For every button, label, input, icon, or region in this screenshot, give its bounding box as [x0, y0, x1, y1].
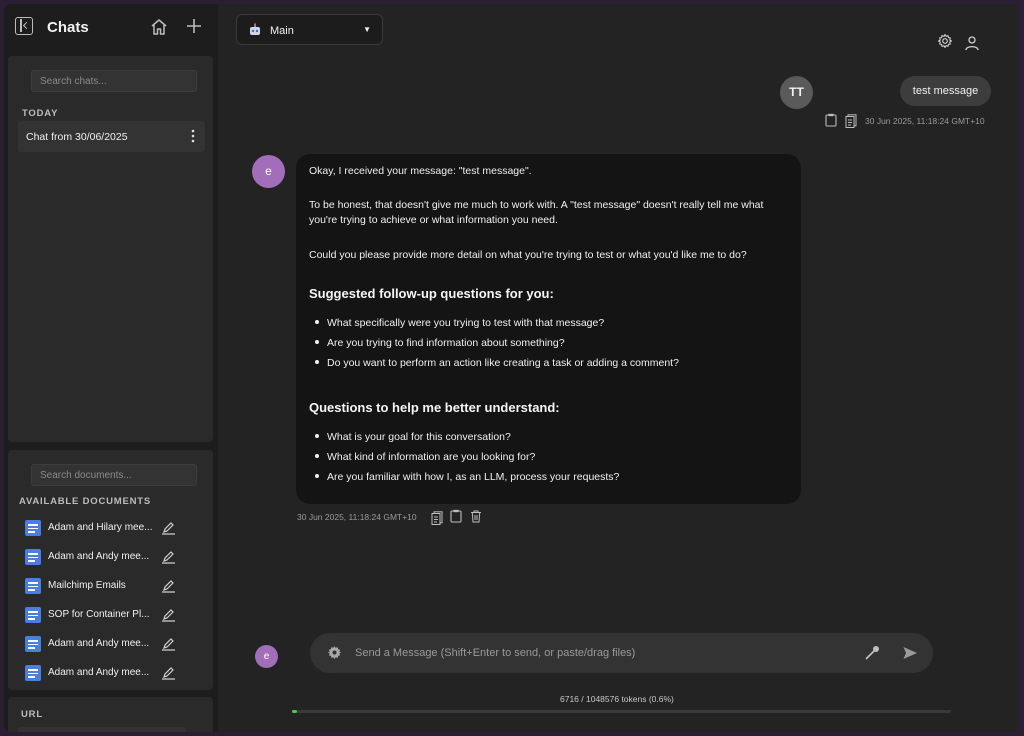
app-window: Chats Search chats... TODAY Chat from 30…: [4, 4, 1018, 732]
search-chats-input[interactable]: Search chats...: [31, 70, 197, 92]
edit-icon[interactable]: [161, 549, 176, 564]
assistant-message-timestamp: 30 Jun 2025, 11:18:24 GMT+10: [297, 512, 417, 522]
send-icon[interactable]: [902, 645, 918, 661]
document-item[interactable]: Adam and Andy mee...: [22, 662, 202, 684]
bullet: [315, 454, 319, 459]
message-heading: Suggested follow-up questions for you:: [309, 286, 554, 301]
bullet: [315, 434, 319, 439]
token-usage-fill: [292, 710, 297, 713]
model-name: Main: [270, 25, 294, 37]
document-item[interactable]: Mailchimp Emails: [22, 575, 202, 597]
list-item: Are you trying to find information about…: [309, 337, 565, 349]
document-item[interactable]: Adam and Andy mee...: [22, 546, 202, 568]
token-usage-bar: [292, 710, 951, 713]
list-item-text: Are you familiar with how I, as an LLM, …: [327, 471, 620, 483]
chat-item-label: Chat from 30/06/2025: [26, 131, 128, 143]
assistant-message-bubble: Okay, I received your message: "test mes…: [296, 154, 801, 504]
document-name: Adam and Andy mee...: [48, 638, 150, 649]
message-paragraph: Could you please provide more detail on …: [309, 249, 747, 261]
edit-icon[interactable]: [161, 607, 176, 622]
sidebar-title: Chats: [47, 19, 89, 36]
assistant-avatar: e: [252, 155, 285, 188]
list-item: What kind of information are you looking…: [309, 451, 535, 463]
bullet: [315, 340, 319, 345]
document-icon: [25, 607, 41, 623]
message-composer[interactable]: Send a Message (Shift+Enter to send, or …: [310, 633, 933, 673]
document-icon: [25, 578, 41, 594]
document-item[interactable]: Adam and Hilary mee...: [22, 517, 202, 539]
user-icon[interactable]: [964, 35, 980, 51]
settings-gear-icon[interactable]: [327, 645, 342, 660]
message-paragraph: To be honest, that doesn't give me much …: [309, 199, 764, 226]
composer-avatar: e: [255, 645, 278, 668]
available-documents-label: AVAILABLE DOCUMENTS: [19, 496, 152, 507]
model-select[interactable]: Main ▼: [236, 14, 383, 45]
document-icon: [25, 520, 41, 536]
sidebar-header: Chats: [4, 4, 218, 52]
message-paragraph: Okay, I received your message: "test mes…: [309, 165, 532, 177]
chat-list-item[interactable]: Chat from 30/06/2025: [18, 121, 205, 152]
document-icon: [25, 636, 41, 652]
url-panel: URL: [8, 697, 213, 732]
edit-icon[interactable]: [161, 578, 176, 593]
document-icon: [25, 665, 41, 681]
list-item: What is your goal for this conversation?: [309, 431, 511, 443]
document-item[interactable]: SOP for Container Pl...: [22, 604, 202, 626]
trash-icon[interactable]: [470, 510, 482, 523]
bullet: [315, 474, 319, 479]
document-name: SOP for Container Pl...: [48, 609, 150, 620]
list-item: Are you familiar with how I, as an LLM, …: [309, 471, 619, 483]
main-area: Main ▼ TT test message 30 Jun 2025, 11:1…: [218, 4, 1018, 732]
list-item: Do you want to perform an action like cr…: [309, 357, 679, 369]
message-heading: Questions to help me better understand:: [309, 400, 560, 415]
bullet: [315, 360, 319, 365]
user-message-bubble: test message: [900, 76, 991, 106]
collapse-sidebar-icon[interactable]: [15, 17, 33, 35]
list-item-text: Do you want to perform an action like cr…: [327, 357, 679, 369]
document-name: Mailchimp Emails: [48, 580, 126, 591]
list-item: What specifically were you trying to tes…: [309, 317, 604, 329]
document-name: Adam and Andy mee...: [48, 551, 150, 562]
more-options-icon[interactable]: [191, 129, 195, 143]
list-item-text: What specifically were you trying to tes…: [327, 317, 605, 329]
search-documents-input[interactable]: Search documents...: [31, 464, 197, 486]
clipboard-icon[interactable]: [450, 509, 462, 523]
caret-down-icon: ▼: [363, 25, 371, 34]
document-icon: [25, 549, 41, 565]
edit-icon[interactable]: [161, 636, 176, 651]
robot-icon: [250, 23, 260, 35]
url-label: URL: [21, 709, 43, 720]
document-name: Adam and Hilary mee...: [48, 522, 153, 533]
new-chat-icon[interactable]: [185, 17, 203, 35]
sidebar: Chats Search chats... TODAY Chat from 30…: [4, 4, 218, 732]
chats-panel: Search chats... TODAY Chat from 30/06/20…: [8, 56, 213, 442]
list-item-text: What is your goal for this conversation?: [327, 431, 511, 443]
document-name: Adam and Andy mee...: [48, 667, 150, 678]
user-message-timestamp: 30 Jun 2025, 11:18:24 GMT+10: [865, 116, 985, 126]
document-copy-icon[interactable]: [845, 114, 857, 128]
list-item-text: Are you trying to find information about…: [327, 337, 565, 349]
list-item-text: What kind of information are you looking…: [327, 451, 536, 463]
clipboard-icon[interactable]: [825, 113, 837, 127]
user-avatar: TT: [780, 76, 813, 109]
today-label: TODAY: [22, 108, 59, 119]
document-item[interactable]: Adam and Andy mee...: [22, 633, 202, 655]
microphone-icon[interactable]: [864, 644, 881, 661]
document-copy-icon[interactable]: [431, 511, 443, 525]
edit-icon[interactable]: [161, 665, 176, 680]
url-input[interactable]: [18, 727, 186, 732]
token-usage-text: 6716 / 1048576 tokens (0.6%): [560, 694, 674, 704]
home-icon[interactable]: [149, 17, 169, 37]
documents-panel: Search documents... AVAILABLE DOCUMENTS …: [8, 450, 213, 690]
bullet: [315, 320, 319, 325]
edit-icon[interactable]: [161, 520, 176, 535]
gear-icon[interactable]: [937, 33, 953, 49]
message-input[interactable]: Send a Message (Shift+Enter to send, or …: [355, 647, 635, 659]
